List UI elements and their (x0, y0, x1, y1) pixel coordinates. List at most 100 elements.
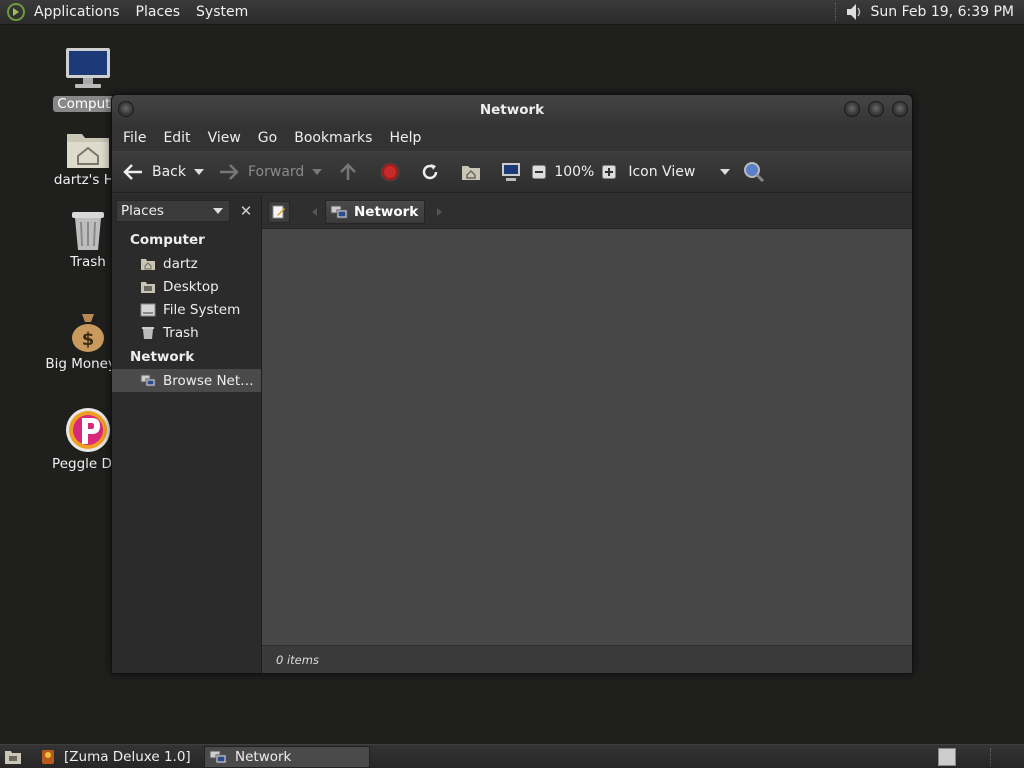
menu-applications[interactable]: Applications (26, 4, 128, 20)
window-menubar: File Edit View Go Bookmarks Help (112, 125, 912, 151)
show-desktop-icon (5, 750, 21, 764)
sidebar-item-label: File System (163, 301, 241, 318)
up-button[interactable] (338, 157, 358, 187)
window-menu-button[interactable] (118, 101, 134, 117)
view-mode-select[interactable]: Icon View (620, 157, 731, 187)
search-button[interactable] (742, 157, 766, 187)
computer-button[interactable] (500, 157, 522, 187)
sidebar-item-label: Desktop (163, 278, 219, 295)
home-button[interactable] (460, 157, 482, 187)
zoom-out-button[interactable] (532, 157, 547, 187)
up-arrow-icon (340, 163, 357, 180)
trash-icon (142, 326, 154, 339)
gnome-foot-icon[interactable] (6, 2, 26, 22)
maximize-button[interactable] (868, 101, 884, 117)
menu-file[interactable]: File (116, 130, 156, 146)
bottom-panel: [Zuma Deluxe 1.0] Network (0, 744, 1024, 768)
peggle-icon (66, 408, 110, 452)
show-desktop-button[interactable] (2, 746, 24, 768)
zoom-level[interactable]: 100% (546, 157, 594, 187)
desktop-icon (141, 281, 155, 293)
menu-system[interactable]: System (188, 4, 256, 20)
taskbar-item-network[interactable]: Network (204, 745, 370, 768)
taskbar-item-label: [Zuma Deluxe 1.0] (64, 748, 191, 765)
back-history-dropdown[interactable] (194, 169, 204, 175)
content-row: Places ✕ Computer dartz Desktop File Sys… (112, 195, 912, 673)
sidebar-item-desktop[interactable]: Desktop (112, 275, 261, 298)
sidebar-item-file-system[interactable]: File System (112, 298, 261, 321)
view-mode-label: Icon View (628, 164, 696, 180)
pathbar-scroll-right[interactable] (437, 207, 443, 216)
sidebar: Places ✕ Computer dartz Desktop File Sys… (112, 195, 262, 673)
sidebar-item-label: Browse Net… (163, 372, 254, 389)
stop-icon (380, 162, 400, 182)
chevron-down-icon (213, 208, 223, 214)
breadcrumb-label: Network (354, 203, 419, 220)
pathbar-scroll-left[interactable] (312, 207, 317, 216)
menu-edit[interactable]: Edit (156, 130, 200, 146)
back-label: Back (152, 164, 186, 180)
sidebar-header: Places ✕ (112, 195, 261, 227)
volume-icon[interactable] (843, 1, 865, 23)
search-icon (744, 162, 765, 183)
main-pane: Network 0 items (262, 195, 912, 673)
computer-icon (502, 163, 521, 181)
main-toolbar: Back Forward 100% Icon View (112, 151, 912, 193)
menu-help[interactable]: Help (382, 130, 431, 146)
sidebar-item-browse-network[interactable]: Browse Net… (112, 369, 261, 392)
workspace-switcher[interactable] (938, 748, 956, 766)
computer-icon (66, 48, 110, 88)
panel-separator (834, 3, 837, 21)
edit-location-button[interactable] (268, 200, 290, 223)
panel-menubar: Applications Places System (0, 0, 256, 25)
zoom-out-icon (532, 165, 547, 179)
breadcrumb-network[interactable]: Network (325, 199, 426, 224)
menu-go[interactable]: Go (251, 130, 287, 146)
network-icon (140, 374, 156, 386)
forward-history-dropdown[interactable] (312, 169, 323, 175)
sidebar-item-dartz[interactable]: dartz (112, 252, 261, 275)
sidebar-heading-computer: Computer (130, 232, 205, 248)
network-icon (330, 205, 348, 218)
minimize-button[interactable] (844, 101, 860, 117)
sidebar-item-label: dartz (163, 255, 198, 272)
taskbar-item-zuma[interactable]: [Zuma Deluxe 1.0] (36, 746, 204, 768)
close-button[interactable] (892, 101, 908, 117)
chevron-down-icon (720, 169, 731, 175)
stop-button[interactable] (380, 157, 400, 187)
sidebar-item-trash[interactable]: Trash (112, 321, 261, 344)
sidebar-heading-network: Network (130, 349, 195, 365)
zuma-icon (42, 749, 54, 764)
file-manager-window: Network File Edit View Go Bookmarks Help… (111, 94, 913, 674)
zoom-in-icon (602, 165, 617, 179)
menu-places[interactable]: Places (128, 4, 189, 20)
window-titlebar[interactable]: Network (112, 95, 912, 125)
sidebar-mode-select[interactable]: Places (116, 200, 230, 222)
file-icon-view[interactable] (262, 229, 912, 645)
window-title: Network (479, 102, 545, 118)
drive-icon (140, 303, 156, 316)
zoom-in-button[interactable] (602, 157, 617, 187)
forward-arrow-icon (220, 164, 239, 180)
zoom-label: 100% (554, 164, 595, 180)
network-icon (209, 750, 227, 763)
home-icon (462, 166, 481, 180)
top-panel: Applications Places System Sun Feb 19, 6… (0, 0, 1024, 25)
status-bar: 0 items (262, 645, 912, 673)
location-bar: Network (262, 195, 912, 229)
home-icon (141, 258, 155, 270)
menu-view[interactable]: View (201, 130, 251, 146)
sidebar-close-button[interactable]: ✕ (238, 202, 254, 220)
forward-button[interactable]: Forward (218, 157, 304, 187)
menu-bookmarks[interactable]: Bookmarks (287, 130, 382, 146)
taskbar-item-label: Network (235, 748, 292, 765)
trash-icon (72, 212, 104, 250)
clock[interactable]: Sun Feb 19, 6:39 PM (865, 4, 1024, 20)
reload-button[interactable] (420, 157, 440, 187)
desktop-icon-label: Trash (70, 254, 106, 270)
back-arrow-icon (123, 164, 142, 180)
back-button[interactable]: Back (122, 157, 186, 187)
reload-icon (423, 164, 438, 180)
panel-separator (990, 748, 991, 766)
status-text: 0 items (276, 652, 319, 667)
